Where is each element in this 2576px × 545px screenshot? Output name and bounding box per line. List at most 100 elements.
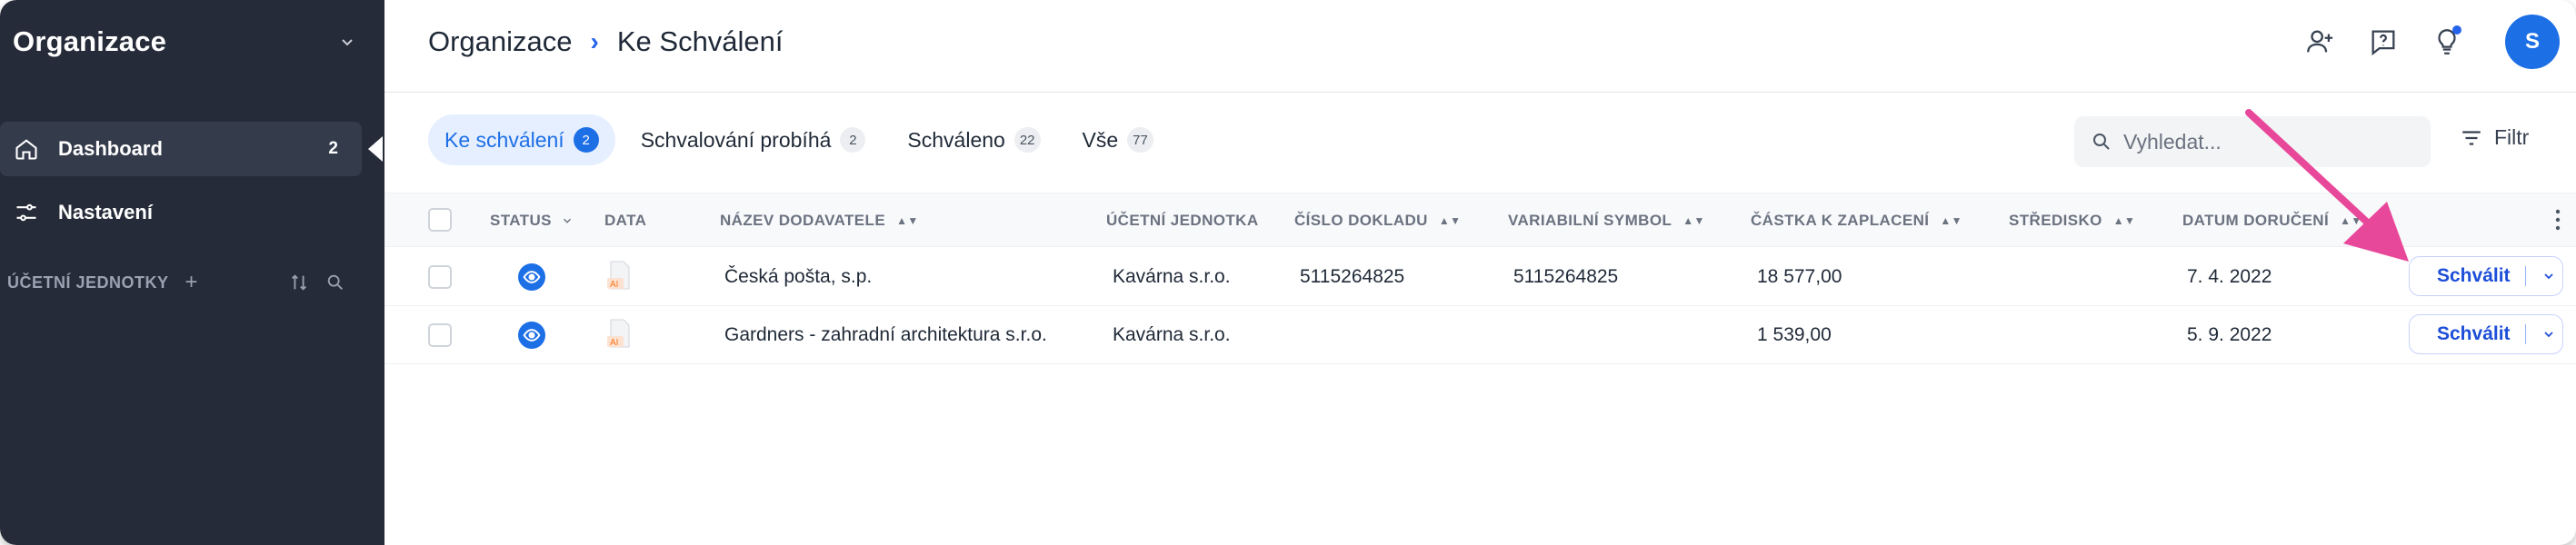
column-label: ČÁSTKA K ZAPLACENÍ [1751, 212, 1930, 229]
column-label: STATUS [490, 212, 552, 229]
breadcrumb-item-organizace[interactable]: Organizace [428, 25, 573, 58]
filter-icon [2462, 130, 2481, 145]
column-label: DATUM DORUČENÍ [2182, 212, 2330, 229]
approve-button[interactable]: Schválit [2410, 323, 2511, 345]
column-options-icon[interactable] [2552, 207, 2563, 233]
org-switcher[interactable]: Organizace [13, 22, 358, 62]
help-icon[interactable] [2365, 24, 2401, 60]
org-title: Organizace [13, 25, 167, 57]
column-label: DATA [604, 212, 647, 229]
column-header-amount[interactable]: ČÁSTKA K ZAPLACENÍ ▲▼ [1751, 212, 1962, 230]
tab-label: Schváleno [907, 127, 1005, 152]
approve-button[interactable]: Schválit [2410, 265, 2511, 287]
select-all-checkbox[interactable] [428, 208, 452, 232]
column-label: NÁZEV DODAVATELE [720, 212, 886, 229]
tab-schvaleno[interactable]: Schváleno 22 [891, 114, 1056, 165]
tab-label: Ke schválení [444, 127, 564, 152]
app-window: Organizace Dashboard 2 Nastavení ÚČETNÍ … [0, 0, 2576, 545]
tab-count-badge: 2 [573, 127, 599, 153]
approve-button-group: Schválit [2409, 314, 2563, 354]
sort-icon: ▲▼ [1940, 214, 1962, 227]
sidebar-item-dashboard[interactable]: Dashboard 2 [0, 122, 362, 176]
active-indicator [368, 136, 383, 162]
status-tabs: Ke schválení 2 Schvalování probíhá 2 Sch… [428, 114, 1170, 165]
date-cell: 5. 9. 2022 [2187, 324, 2272, 345]
column-label: STŘEDISKO [2009, 212, 2102, 229]
sidebar-item-count: 2 [328, 139, 338, 158]
column-label: ČÍSLO DOKLADU [1294, 212, 1428, 229]
add-user-icon[interactable] [2301, 24, 2338, 60]
tab-vse[interactable]: Vše 77 [1066, 114, 1170, 165]
tab-count-badge: 2 [840, 127, 866, 153]
chevron-down-icon [563, 218, 571, 223]
column-header-status[interactable]: STATUS [490, 212, 574, 230]
column-header-center[interactable]: STŘEDISKO ▲▼ [2009, 212, 2135, 230]
units-section-label: ÚČETNÍ JEDNOTKY [7, 272, 169, 292]
amount-cell: 18 577,00 [1757, 266, 1842, 287]
tab-count-badge: 22 [1013, 127, 1041, 153]
button-divider [2524, 266, 2527, 286]
sort-icon: ▲▼ [896, 214, 919, 227]
sidebar: Organizace Dashboard 2 Nastavení ÚČETNÍ … [0, 0, 384, 545]
var-symbol-cell: 5115264825 [1513, 266, 1619, 287]
filter-label: Filtr [2494, 125, 2530, 149]
filter-button[interactable]: Filtr [2460, 125, 2529, 150]
tab-ke-schvaleni[interactable]: Ke schválení 2 [428, 114, 615, 165]
search-icon [2093, 134, 2110, 150]
sort-icon: ▲▼ [2340, 214, 2362, 227]
sort-icon: ▲▼ [2112, 214, 2136, 227]
date-cell: 7. 4. 2022 [2187, 266, 2272, 287]
column-label: ÚČETNÍ JEDNOTKA [1106, 212, 1259, 229]
search-box [2074, 116, 2431, 167]
unit-cell: Kavárna s.r.o. [1113, 266, 1231, 287]
table-row[interactable]: AI Gardners - zahradní architektura s.r.… [384, 306, 2576, 364]
sort-icon: ▲▼ [1438, 214, 1462, 227]
eye-icon[interactable] [518, 322, 545, 349]
lightbulb-icon[interactable] [2429, 24, 2465, 60]
breadcrumb: Organizace › Ke Schválení [428, 25, 784, 58]
column-header-var-symbol[interactable]: VARIABILNÍ SYMBOL ▲▼ [1508, 212, 1705, 230]
ai-file-icon[interactable]: AI [605, 260, 633, 292]
tab-schvalovani-probiha[interactable]: Schvalování probíhá 2 [624, 114, 883, 165]
search-icon[interactable] [325, 272, 345, 292]
column-header-data: DATA [604, 212, 646, 230]
supplier-cell: Česká pošta, s.p. [724, 266, 873, 287]
file-type-label: AI [610, 280, 618, 290]
column-header-doc-number[interactable]: ČÍSLO DOKLADU ▲▼ [1294, 212, 1461, 230]
unit-cell: Kavárna s.r.o. [1113, 324, 1231, 345]
table-header: STATUS DATA NÁZEV DODAVATELE ▲▼ ÚČETNÍ JE… [384, 193, 2576, 247]
amount-cell: 1 539,00 [1757, 324, 1832, 345]
table-row[interactable]: AI Česká pošta, s.p. Kavárna s.r.o. 5115… [384, 248, 2576, 306]
avatar[interactable]: S [2505, 15, 2560, 69]
header-actions: S [2301, 15, 2560, 69]
add-unit-button[interactable]: + [185, 270, 199, 295]
tab-label: Schvalování probíhá [640, 127, 832, 152]
row-checkbox[interactable] [428, 323, 452, 347]
sidebar-item-settings[interactable]: Nastavení [0, 185, 362, 240]
notification-dot [2452, 25, 2461, 35]
row-checkbox[interactable] [428, 265, 452, 289]
doc-number-cell: 5115264825 [1300, 266, 1405, 287]
button-divider [2524, 324, 2527, 344]
breadcrumb-item-current: Ke Schválení [616, 25, 784, 57]
units-section-header: ÚČETNÍ JEDNOTKY + [7, 269, 345, 296]
chevron-down-icon[interactable] [2539, 324, 2559, 344]
column-header-unit: ÚČETNÍ JEDNOTKA [1106, 212, 1259, 230]
file-type-label: AI [610, 338, 618, 348]
sort-icon[interactable] [289, 272, 309, 292]
eye-icon[interactable] [518, 263, 545, 291]
column-header-date[interactable]: DATUM DORUČENÍ ▲▼ [2182, 212, 2362, 230]
sort-icon: ▲▼ [1682, 214, 1705, 227]
tab-label: Vše [1082, 127, 1119, 152]
column-header-supplier[interactable]: NÁZEV DODAVATELE ▲▼ [720, 212, 919, 230]
home-icon [13, 135, 40, 163]
approve-button-group: Schválit [2409, 256, 2563, 296]
breadcrumb-separator: › [590, 27, 599, 55]
sidebar-item-label: Nastavení [58, 201, 153, 223]
sidebar-item-label: Dashboard [58, 137, 163, 160]
chevron-down-icon[interactable] [2539, 266, 2559, 286]
tab-count-badge: 77 [1127, 127, 1153, 153]
ai-file-icon[interactable]: AI [605, 318, 633, 351]
supplier-cell: Gardners - zahradní architektura s.r.o. [724, 324, 1047, 345]
search-input[interactable] [2123, 129, 2414, 154]
